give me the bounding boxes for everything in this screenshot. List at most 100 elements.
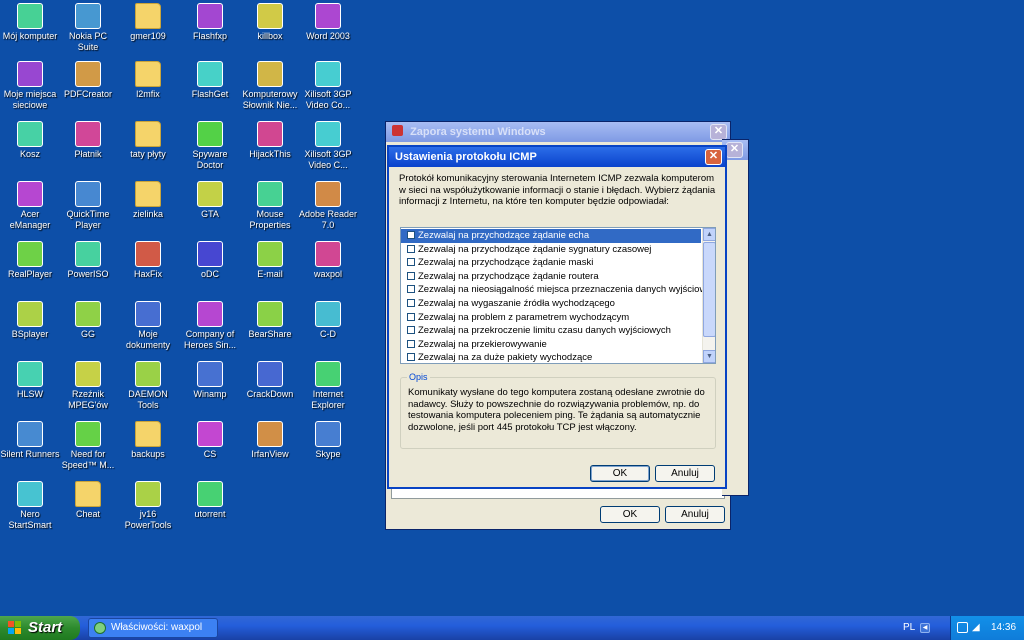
desktop-icon[interactable]: HaxFix bbox=[118, 241, 178, 280]
icmp-option-row[interactable]: Zezwalaj na za duże pakiety wychodzące bbox=[401, 351, 701, 363]
desktop-icon[interactable]: C-D bbox=[298, 301, 358, 340]
desktop-icon[interactable]: FlashGet bbox=[180, 61, 240, 100]
desktop-icon[interactable]: BSplayer bbox=[0, 301, 60, 340]
icmp-options-list[interactable]: Zezwalaj na przychodzące żądanie echa Zez… bbox=[400, 227, 716, 364]
icmp-titlebar[interactable]: Ustawienia protokołu ICMP ✕ bbox=[389, 147, 725, 167]
desktop-icon[interactable]: Cheat bbox=[58, 481, 118, 520]
icmp-option-row[interactable]: Zezwalaj na wygaszanie źródła wychodzące… bbox=[401, 297, 701, 311]
icmp-option-row[interactable]: Zezwalaj na przychodzące żądanie sygnatu… bbox=[401, 243, 701, 257]
desktop-icon[interactable]: zielinka bbox=[118, 181, 178, 220]
start-button[interactable]: Start bbox=[0, 616, 80, 640]
desktop-icon[interactable]: CrackDown bbox=[240, 361, 300, 400]
scroll-up-icon[interactable]: ▲ bbox=[703, 228, 715, 241]
desktop-icon[interactable]: Xilisoft 3GP Video C... bbox=[298, 121, 358, 171]
desktop-icon[interactable]: taty płyty bbox=[118, 121, 178, 160]
desktop-icon[interactable]: Moje miejsca sieciowe bbox=[0, 61, 60, 111]
icmp-option-row[interactable]: Zezwalaj na nieosiągalność miejsca przez… bbox=[401, 283, 715, 297]
desktop-icon[interactable]: Company of Heroes Sin... bbox=[180, 301, 240, 351]
desktop-icon[interactable]: backups bbox=[118, 421, 178, 460]
firewall-cancel-button[interactable]: Anuluj bbox=[665, 506, 725, 523]
desktop-icon[interactable]: Xilisoft 3GP Video Co... bbox=[298, 61, 358, 111]
desktop-icon[interactable]: Word 2003 bbox=[298, 3, 358, 42]
checkbox[interactable] bbox=[407, 271, 415, 280]
desktop-icon[interactable]: GTA bbox=[180, 181, 240, 220]
icmp-option-row[interactable]: Zezwalaj na przychodzące żądanie echa bbox=[401, 229, 701, 243]
desktop-icon[interactable]: Winamp bbox=[180, 361, 240, 400]
network-tray-icon[interactable] bbox=[957, 622, 968, 633]
icmp-option-row[interactable]: Zezwalaj na przychodzące żądanie maski bbox=[401, 256, 701, 270]
desktop-icon[interactable]: IrfanView bbox=[240, 421, 300, 460]
icmp-cancel-button[interactable]: Anuluj bbox=[655, 465, 715, 482]
desktop-icon[interactable]: Mój komputer bbox=[0, 3, 60, 42]
language-arrow-icon[interactable]: ◀ bbox=[920, 623, 930, 633]
taskbar-button-waxpol[interactable]: Właściwości: waxpol bbox=[88, 618, 218, 638]
clock[interactable]: 14:36 bbox=[991, 616, 1016, 640]
desktop-icon[interactable]: Nero StartSmart bbox=[0, 481, 60, 531]
desktop-icon[interactable]: killbox bbox=[240, 3, 300, 42]
desktop-icon-label: Kosz bbox=[19, 149, 40, 159]
cd-icon bbox=[315, 301, 341, 327]
desktop-icon-label: RealPlayer bbox=[7, 269, 53, 279]
desktop-icon[interactable]: Need for Speed™ M... bbox=[58, 421, 118, 471]
icmp-ok-button[interactable]: OK bbox=[590, 465, 650, 482]
desktop-icon[interactable]: Adobe Reader 7.0 bbox=[298, 181, 358, 231]
desktop-icon-label: Cheat bbox=[75, 509, 101, 519]
firewall-ok-button[interactable]: OK bbox=[600, 506, 660, 523]
icmp-option-row[interactable]: Zezwalaj na przekroczenie limitu czasu d… bbox=[401, 324, 701, 338]
desktop-icon[interactable]: BearShare bbox=[240, 301, 300, 340]
desktop-icon[interactable]: Mouse Properties bbox=[240, 181, 300, 231]
scroll-thumb[interactable] bbox=[703, 242, 715, 337]
icmp-option-row[interactable]: Zezwalaj na przekierowywanie bbox=[401, 338, 701, 352]
desktop-icon[interactable]: HLSW bbox=[0, 361, 60, 400]
desktop-icon[interactable]: Kosz bbox=[0, 121, 60, 160]
icmp-option-row[interactable]: Zezwalaj na problem z parametrem wychodz… bbox=[401, 311, 701, 325]
icmp-option-row[interactable]: Zezwalaj na przychodzące żądanie routera bbox=[401, 270, 701, 284]
icmp-close-icon[interactable]: ✕ bbox=[705, 149, 722, 165]
desktop-icon[interactable]: Skype bbox=[298, 421, 358, 460]
checkbox[interactable] bbox=[407, 258, 415, 267]
checkbox[interactable] bbox=[407, 244, 415, 253]
icmp-option-label: Zezwalaj na przekroczenie limitu czasu d… bbox=[418, 325, 671, 337]
desktop-icon[interactable]: Płatnik bbox=[58, 121, 118, 160]
checkbox[interactable] bbox=[407, 339, 415, 348]
desktop-icon[interactable]: PowerISO bbox=[58, 241, 118, 280]
desktop-icon[interactable]: CS bbox=[180, 421, 240, 460]
language-indicator[interactable]: PL bbox=[903, 616, 915, 640]
volume-tray-icon[interactable]: ◢ bbox=[972, 622, 983, 633]
desktop-icon[interactable]: HijackThis bbox=[240, 121, 300, 160]
checkbox[interactable] bbox=[407, 231, 415, 239]
properties-close-icon[interactable]: ✕ bbox=[726, 142, 743, 158]
desktop-icon[interactable]: RealPlayer bbox=[0, 241, 60, 280]
checkbox[interactable] bbox=[407, 312, 415, 321]
desktop-icon[interactable]: utorrent bbox=[180, 481, 240, 520]
desktop-icon[interactable]: l2mfix bbox=[118, 61, 178, 100]
checkbox[interactable] bbox=[407, 353, 415, 362]
desktop-icon-label: Internet Explorer bbox=[311, 389, 345, 410]
desktop-icon[interactable]: GG bbox=[58, 301, 118, 340]
desktop-icon[interactable]: oDC bbox=[180, 241, 240, 280]
desktop-icon[interactable]: waxpol bbox=[298, 241, 358, 280]
firewall-close-icon[interactable]: ✕ bbox=[710, 124, 727, 140]
desktop-icon[interactable]: QuickTime Player bbox=[58, 181, 118, 231]
firewall-titlebar[interactable]: Zapora systemu Windows ✕ bbox=[386, 122, 730, 142]
desktop-icon[interactable]: E-mail bbox=[240, 241, 300, 280]
desktop-icon[interactable]: Silent Runners bbox=[0, 421, 60, 460]
desktop-icon[interactable]: Rzeźnik MPEG'ów bbox=[58, 361, 118, 411]
scroll-down-icon[interactable]: ▼ bbox=[703, 350, 715, 363]
desktop-icon[interactable]: Internet Explorer bbox=[298, 361, 358, 411]
desktop-icon[interactable]: gmer109 bbox=[118, 3, 178, 42]
desktop-icon[interactable]: Acer eManager bbox=[0, 181, 60, 231]
desktop-icon[interactable]: PDFCreator bbox=[58, 61, 118, 100]
desktop-icon[interactable]: Komputerowy Słownik Nie... bbox=[240, 61, 300, 111]
checkbox[interactable] bbox=[407, 326, 415, 335]
windows-logo-icon bbox=[8, 621, 21, 634]
checkbox[interactable] bbox=[407, 285, 415, 294]
desktop-icon[interactable]: Flashfxp bbox=[180, 3, 240, 42]
desktop-icon[interactable]: jv16 PowerTools bbox=[118, 481, 178, 531]
checkbox[interactable] bbox=[407, 298, 415, 307]
options-scrollbar[interactable]: ▲ ▼ bbox=[702, 228, 715, 363]
desktop-icon[interactable]: DAEMON Tools bbox=[118, 361, 178, 411]
desktop-icon[interactable]: Moje dokumenty bbox=[118, 301, 178, 351]
desktop-icon[interactable]: Spyware Doctor bbox=[180, 121, 240, 171]
desktop-icon[interactable]: Nokia PC Suite bbox=[58, 3, 118, 53]
